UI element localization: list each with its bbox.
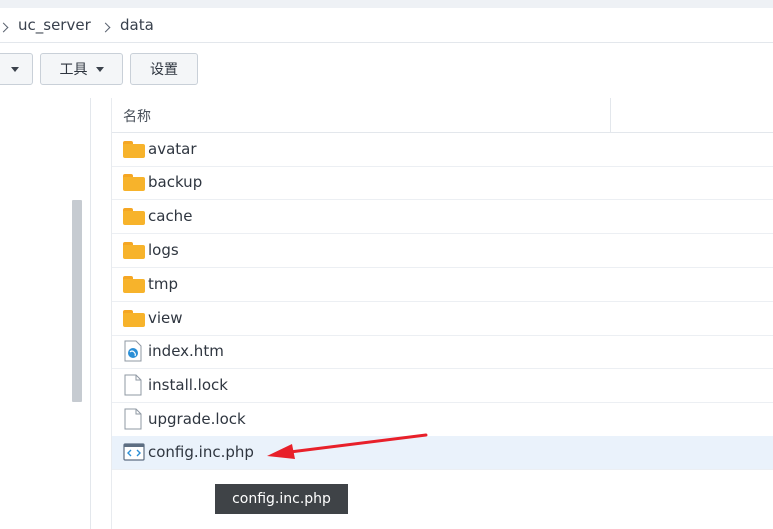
file-row-cache[interactable]: cache (112, 200, 773, 234)
html-file-icon (124, 340, 142, 362)
folder-icon (123, 276, 145, 293)
breadcrumb: uc_server data (0, 8, 773, 43)
file-name: view (148, 309, 183, 327)
tools-label: 工具 (59, 62, 88, 78)
folder-icon (123, 141, 145, 158)
column-header-name[interactable]: 名称 (123, 106, 151, 126)
file-name: avatar (148, 140, 197, 158)
settings-button[interactable]: 设置 (130, 53, 198, 85)
file-name: upgrade.lock (148, 410, 246, 428)
code-file-icon (123, 442, 145, 462)
column-divider[interactable] (610, 98, 611, 132)
tree-scrollbar[interactable] (72, 200, 82, 402)
file-list-header: 名称 (112, 98, 773, 133)
caret-down-icon (10, 66, 19, 72)
file-row-view[interactable]: view (112, 302, 773, 336)
folder-icon (123, 242, 145, 259)
file-row-avatar[interactable]: avatar (112, 133, 773, 167)
file-row-backup[interactable]: backup (112, 166, 773, 200)
file-row-config-inc-php[interactable]: config.inc.php (112, 436, 773, 470)
file-name: tmp (148, 275, 179, 293)
chevron-right-icon (0, 22, 9, 33)
tooltip-text: config.inc.php (232, 491, 331, 507)
file-list: 名称 avatar backup cache logs tmp view ind… (111, 98, 773, 529)
file-name: install.lock (148, 376, 228, 394)
file-icon (124, 374, 142, 396)
breadcrumb-item-uc-server[interactable]: uc_server (18, 16, 91, 34)
folder-icon (123, 310, 145, 327)
file-row-index-htm[interactable]: index.htm (112, 335, 773, 369)
file-name: logs (148, 241, 179, 259)
file-row-tmp[interactable]: tmp (112, 268, 773, 302)
file-name: index.htm (148, 342, 224, 360)
annotation-arrow (267, 433, 428, 459)
file-icon (124, 408, 142, 430)
file-row-logs[interactable]: logs (112, 234, 773, 268)
file-name: cache (148, 207, 193, 225)
toolbar: 工具 设置 (0, 43, 773, 98)
tools-dropdown-button[interactable]: 工具 (40, 53, 123, 85)
file-row-upgrade-lock[interactable]: upgrade.lock (112, 403, 773, 437)
breadcrumb-item-data[interactable]: data (120, 16, 154, 34)
file-row-install-lock[interactable]: install.lock (112, 369, 773, 403)
chevron-right-icon (100, 22, 111, 33)
caret-down-icon (95, 66, 104, 72)
file-name: backup (148, 173, 203, 191)
folder-icon (123, 208, 145, 225)
folder-icon (123, 174, 145, 191)
filename-tooltip: config.inc.php (215, 484, 348, 514)
action-dropdown-button[interactable] (0, 53, 33, 85)
file-name: config.inc.php (148, 443, 254, 461)
settings-label: 设置 (150, 62, 178, 78)
